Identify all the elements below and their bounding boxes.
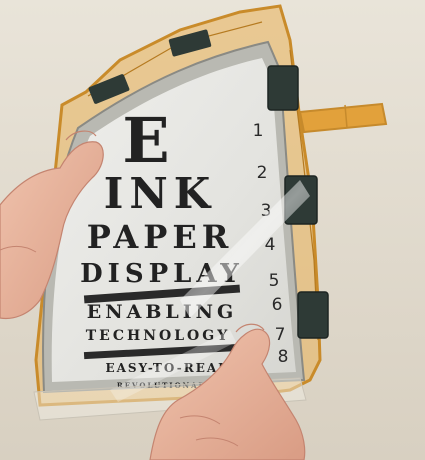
chart-row-1-text: E [122, 104, 169, 177]
row-number-5: 5 [269, 271, 280, 291]
row-number-8: 8 [278, 347, 289, 367]
row-number-7: 7 [275, 325, 286, 345]
photo-scene: E INK PAPER DISPLAY ENABLING TECHNOLOGY … [0, 0, 425, 460]
chart-row-5-text: ENABLING [87, 301, 238, 323]
chart-row-2-text: INK [104, 169, 217, 218]
flex-connector-icon [297, 291, 329, 339]
eink-display-photo: E INK PAPER DISPLAY ENABLING TECHNOLOGY … [0, 0, 425, 460]
flex-connector-icon [267, 65, 299, 111]
chart-row-3-text: PAPER [87, 218, 234, 256]
row-number-2: 2 [257, 163, 268, 183]
row-number-1: 1 [253, 121, 264, 141]
row-number-6: 6 [272, 295, 283, 315]
